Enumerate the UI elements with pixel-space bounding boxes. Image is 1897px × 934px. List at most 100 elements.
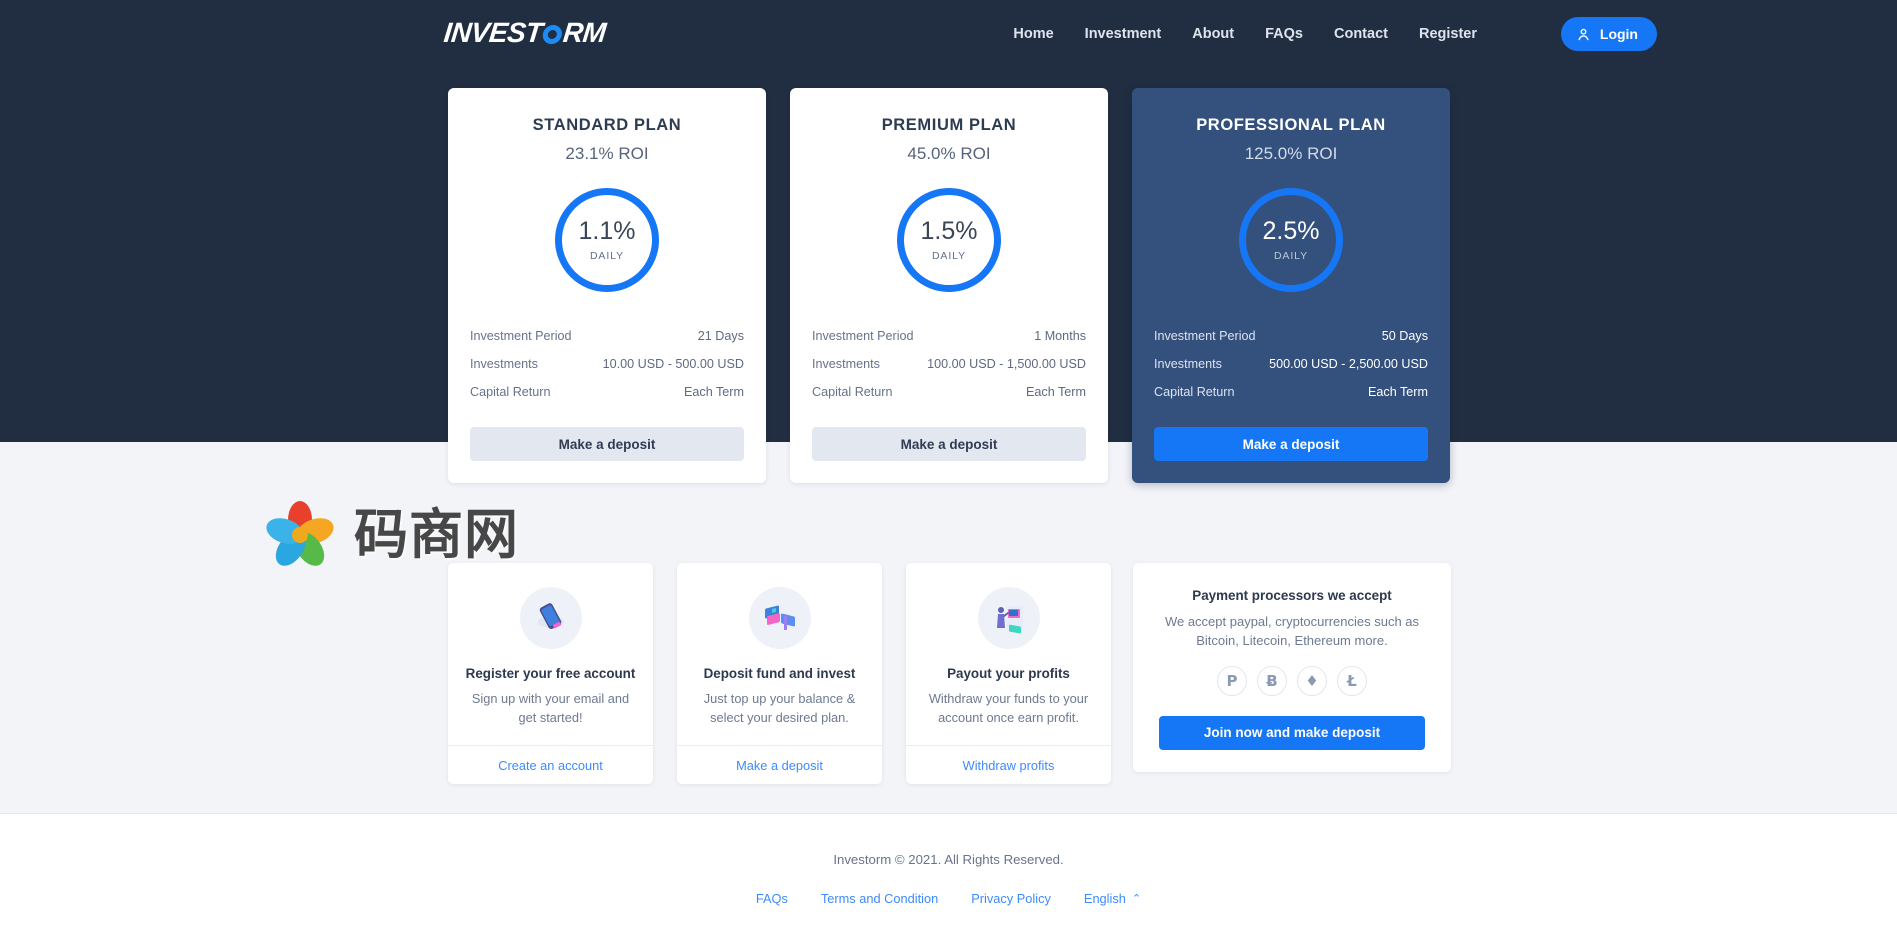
feature-card: Register your free account Sign up with y…: [448, 563, 653, 785]
bitcoin-icon: Ƀ: [1257, 665, 1287, 696]
rate-value: 1.1%: [578, 216, 636, 245]
flower-petal: [293, 513, 337, 549]
plan-detail-value: 50 Days: [1381, 329, 1428, 343]
feature-link-create-an-account[interactable]: Create an account: [498, 758, 603, 773]
login-button[interactable]: Login: [1560, 17, 1657, 51]
rate-period: DAILY: [589, 249, 625, 262]
feature-card-footer: Create an account: [448, 745, 653, 784]
feature-link-withdraw-profits[interactable]: Withdraw profits: [963, 758, 1055, 773]
footer-copyright: Investorm © 2021. All Rights Reserved.: [833, 852, 1064, 867]
plan-detail-row: Investment Period 1 Months: [812, 322, 1086, 350]
feature-card: Payout your profits Withdraw your funds t…: [906, 563, 1111, 785]
plan-title: PROFESSIONAL PLAN: [1196, 116, 1386, 134]
plan-detail-value: Each Term: [684, 385, 744, 399]
smartphone-icon: [519, 587, 582, 649]
rate-donut: 2.5% DAILY: [1239, 188, 1343, 292]
plan-card-list: STANDARD PLAN 23.1% ROI 1.1% DAILY Investmen…: [448, 88, 1450, 483]
make-deposit-button[interactable]: Make a deposit: [812, 427, 1086, 461]
site-logo[interactable]: INVEST RM: [442, 17, 607, 49]
plan-detail-label: Investments: [1154, 357, 1222, 371]
plan-detail-label: Investment Period: [1154, 329, 1256, 343]
feature-description: Sign up with your email and get started!: [471, 691, 630, 725]
plan-rate-gauge: 1.5% DAILY: [812, 188, 1086, 292]
feature-title: Register your free account: [465, 666, 636, 681]
plan-detail-row: Investments 10.00 USD - 500.00 USD: [470, 350, 744, 378]
user-icon: [1576, 27, 1591, 42]
feature-card-body: Deposit fund and invest Just top up your …: [677, 563, 882, 745]
payment-card-description: We accept paypal, cryptocurrencies such …: [1164, 614, 1420, 648]
join-now-button[interactable]: Join now and make deposit: [1159, 715, 1425, 750]
feature-link-make-a-deposit[interactable]: Make a deposit: [736, 758, 823, 773]
plan-detail-label: Capital Return: [812, 385, 893, 399]
plan-detail-row: Investments 500.00 USD - 2,500.00 USD: [1154, 350, 1428, 378]
language-selector[interactable]: English ⌃: [1084, 891, 1141, 906]
login-button-label: Login: [1599, 26, 1638, 42]
plan-detail-row: Capital Return Each Term: [1154, 378, 1428, 406]
plan-rate-gauge: 1.1% DAILY: [470, 188, 744, 292]
feature-title: Deposit fund and invest: [703, 666, 856, 681]
plan-detail-value: 1 Months: [1034, 329, 1086, 343]
feature-description: Withdraw your funds to your account once…: [928, 691, 1089, 725]
plan-detail-value: Each Term: [1026, 385, 1086, 399]
plan-detail-value: Each Term: [1368, 385, 1428, 399]
nav-item-contact[interactable]: Contact: [1334, 26, 1388, 42]
plan-detail-row: Investment Period 21 Days: [470, 322, 744, 350]
footer-link-terms-and-condition[interactable]: Terms and Condition: [821, 891, 938, 906]
chevron-up-icon: ⌃: [1131, 893, 1142, 905]
nav-item-register[interactable]: Register: [1419, 26, 1477, 42]
nav-item-home[interactable]: Home: [1013, 26, 1053, 42]
atm-icon: [977, 587, 1040, 649]
plan-detail-label: Investments: [812, 357, 880, 371]
litecoin-icon: Ł: [1337, 665, 1367, 696]
payment-icon-list: P Ƀ ♦ Ł: [1159, 665, 1425, 696]
logo-o-icon: [542, 24, 564, 44]
feature-card-body: Register your free account Sign up with y…: [448, 563, 653, 745]
paypal-icon: P: [1217, 665, 1247, 696]
plan-detail-label: Investments: [470, 357, 538, 371]
plan-detail-label: Investment Period: [812, 329, 914, 343]
footer-link-list: FAQs Terms and Condition Privacy Policy Eng…: [756, 891, 1141, 906]
feature-card-list: Register your free account Sign up with y…: [448, 563, 1111, 785]
flower-petal: [269, 526, 312, 572]
payment-processors-card: Payment processors we accept We accept p…: [1133, 563, 1451, 772]
plan-detail-row: Capital Return Each Term: [812, 378, 1086, 406]
logo-text-post: RM: [561, 17, 608, 48]
flower-logo-icon: [262, 497, 338, 573]
payment-card-title: Payment processors we accept: [1192, 588, 1392, 603]
main-navigation: Home Investment About FAQs Contact Register: [1013, 0, 1477, 68]
watermark: 码商网: [262, 497, 519, 573]
plan-detail-rows: Investment Period 1 Months Investments 100.…: [812, 322, 1086, 406]
nav-item-investment[interactable]: Investment: [1085, 26, 1162, 42]
flower-center: [292, 527, 308, 543]
footer-link-privacy-policy[interactable]: Privacy Policy: [971, 891, 1051, 906]
plan-card-standard-plan: STANDARD PLAN 23.1% ROI 1.1% DAILY Investmen…: [448, 88, 766, 483]
plan-detail-rows: Investment Period 50 Days Investments 500.0…: [1154, 322, 1428, 406]
watermark-text: 码商网: [354, 503, 519, 566]
rate-donut: 1.1% DAILY: [555, 188, 659, 292]
site-footer: Investorm © 2021. All Rights Reserved. F…: [0, 813, 1897, 934]
plan-detail-value: 21 Days: [697, 329, 744, 343]
plan-detail-value: 100.00 USD - 1,500.00 USD: [927, 357, 1086, 371]
page-root: INVEST RM Home Investment About FAQs Contact…: [0, 0, 1897, 934]
plan-detail-value: 10.00 USD - 500.00 USD: [602, 357, 744, 371]
make-deposit-button[interactable]: Make a deposit: [1154, 427, 1428, 461]
feature-card-body: Payout your profits Withdraw your funds t…: [906, 563, 1111, 745]
flower-petal: [288, 526, 331, 572]
plan-detail-row: Capital Return Each Term: [470, 378, 744, 406]
nav-item-about[interactable]: About: [1192, 26, 1234, 42]
cards-icon: [748, 587, 811, 649]
rate-value: 2.5%: [1262, 216, 1320, 245]
flower-petal: [288, 501, 312, 539]
plan-detail-label: Investment Period: [470, 329, 572, 343]
feature-card: Deposit fund and invest Just top up your …: [677, 563, 882, 785]
logo-text-pre: INVEST: [442, 17, 544, 48]
plan-detail-label: Capital Return: [1154, 385, 1235, 399]
nav-item-faqs[interactable]: FAQs: [1265, 26, 1303, 42]
plan-title: PREMIUM PLAN: [881, 116, 1017, 134]
plan-roi: 45.0% ROI: [907, 144, 991, 163]
language-label: English: [1083, 891, 1126, 906]
plan-roi: 23.1% ROI: [565, 144, 649, 163]
feature-card-footer: Make a deposit: [677, 745, 882, 784]
make-deposit-button[interactable]: Make a deposit: [470, 427, 744, 461]
footer-link-faqs[interactable]: FAQs: [756, 891, 788, 906]
